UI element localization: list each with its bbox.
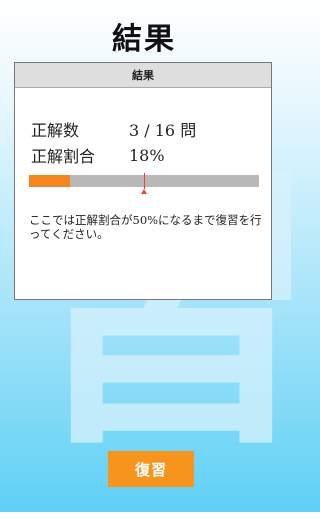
- correct-count-value: 3 / 16 問: [129, 121, 197, 140]
- correct-rate-row: 正解割合 18%: [31, 143, 165, 167]
- instruction-note: ここでは正解割合が50%になるまで復習を行ってください。: [29, 213, 262, 241]
- correct-rate-value: 18%: [129, 145, 165, 165]
- review-button[interactable]: 復習: [108, 451, 194, 487]
- correct-count-label: 正解数: [31, 121, 80, 140]
- correct-count-row: 正解数 3 / 16 問: [31, 117, 196, 141]
- target-arrow-icon: [141, 189, 147, 194]
- result-card: 結果 正解数 3 / 16 問 正解割合 18% ここでは正解割合が50%になる…: [14, 62, 272, 300]
- progress-bar: [29, 173, 259, 194]
- page-title: 結果: [112, 22, 176, 57]
- target-marker: [144, 173, 145, 189]
- card-header: 結果: [15, 63, 271, 88]
- progress-fill: [29, 175, 71, 187]
- correct-rate-label: 正解割合: [31, 147, 96, 166]
